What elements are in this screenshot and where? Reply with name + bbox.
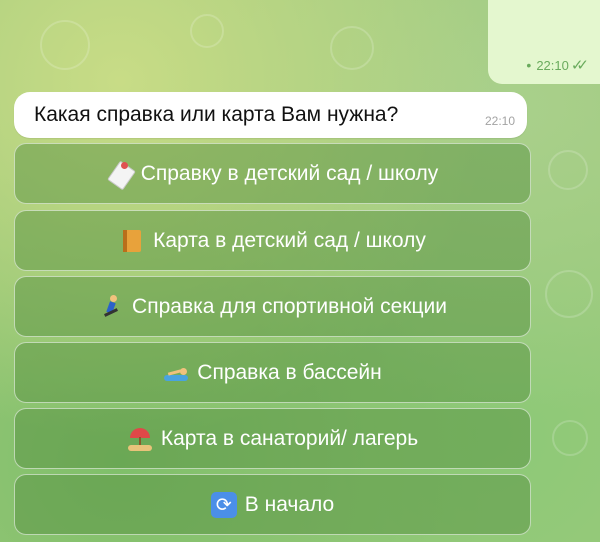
wallpaper-doodle: [552, 420, 588, 456]
incoming-message-bubble: Какая справка или карта Вам нужна? 22:10: [14, 92, 527, 138]
keyboard-button-restart[interactable]: ⟳ В начало: [14, 474, 531, 535]
keyboard-button-kindergarten-card[interactable]: Карта в детский сад / школу: [14, 210, 531, 271]
keyboard-button-sanatorium-card[interactable]: Карта в санаторий/ лагерь: [14, 408, 531, 469]
outgoing-message-bubble: • 22:10 ✓✓: [488, 0, 600, 84]
keyboard-button-label: Карта в детский сад / школу: [153, 228, 426, 252]
keyboard-button-kindergarten-certificate[interactable]: Справку в детский сад / школу: [14, 143, 531, 204]
restart-icon: ⟳: [210, 491, 237, 518]
wallpaper-doodle: [330, 26, 374, 70]
memo-icon: [106, 160, 136, 190]
outgoing-message-time: 22:10: [536, 57, 569, 73]
message-time: 22:10: [484, 114, 515, 128]
keyboard-button-pool-certificate[interactable]: Справка в бассейн: [14, 342, 531, 403]
keyboard-button-label: Справка в бассейн: [197, 360, 382, 384]
notebook-icon: [119, 228, 145, 254]
read-checkmarks-icon: ✓✓: [570, 57, 589, 74]
wallpaper-doodle: [40, 20, 90, 70]
keyboard-button-label: Справка для спортивной секции: [132, 294, 447, 318]
wallpaper-doodle: [545, 270, 593, 318]
keyboard-button-label: В начало: [244, 492, 335, 516]
dot-icon: •: [526, 57, 532, 73]
runner-icon: [98, 294, 124, 320]
swimmer-icon: [163, 360, 189, 386]
keyboard-button-label: Справку в детский сад / школу: [140, 161, 439, 185]
outgoing-message-status: • 22:10 ✓✓: [526, 56, 589, 74]
keyboard-button-label: Карта в санаторий/ лагерь: [160, 426, 419, 450]
wallpaper-doodle: [190, 14, 224, 48]
keyboard-button-sports-certificate[interactable]: Справка для спортивной секции: [14, 276, 531, 337]
beach-umbrella-icon: [127, 426, 153, 452]
message-text: Какая справка или карта Вам нужна?: [34, 103, 399, 126]
wallpaper-doodle: [548, 150, 588, 190]
